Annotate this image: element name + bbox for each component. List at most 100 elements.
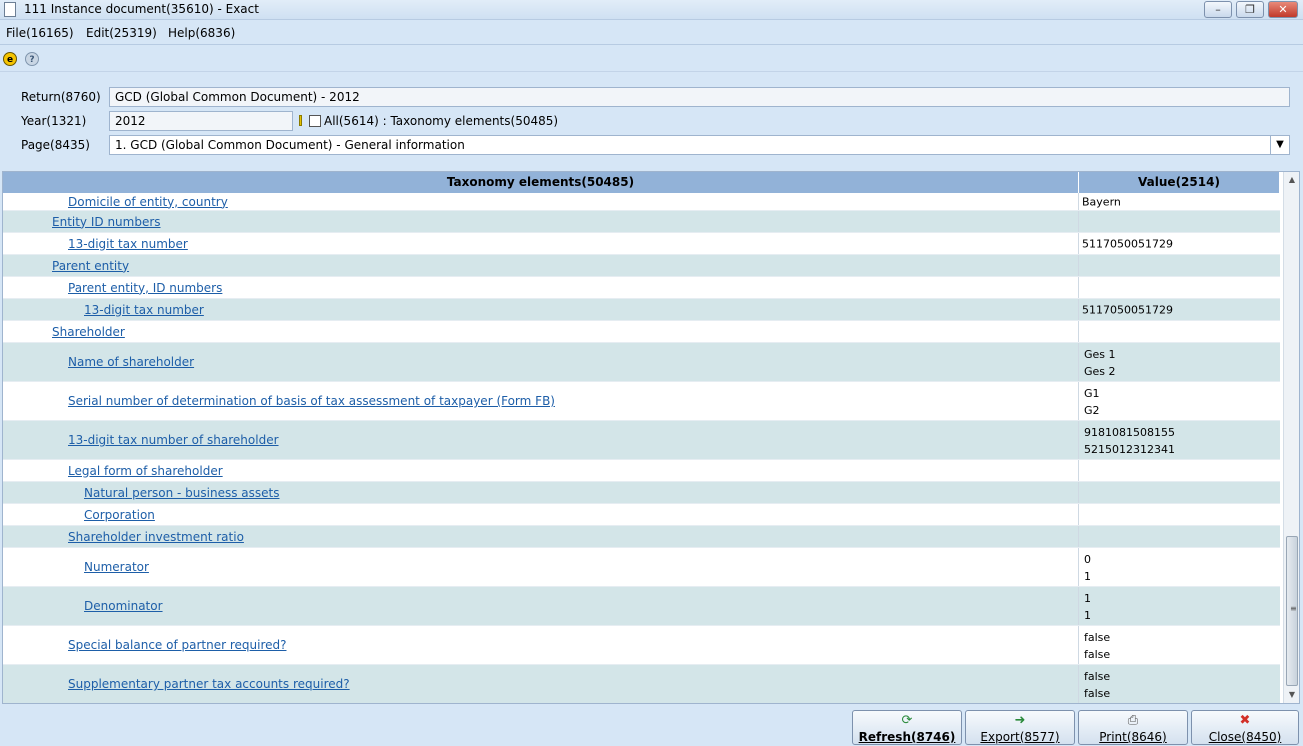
table-row[interactable]: Shareholder — [3, 321, 1280, 343]
value-cell[interactable]: Ges 1 Ges 2 — [1080, 343, 1280, 381]
table-row[interactable]: Corporation — [3, 504, 1280, 526]
year-field[interactable]: 2012 — [109, 111, 293, 131]
value-cell[interactable]: 5117050051729 — [1080, 299, 1280, 320]
column-header-elements[interactable]: Taxonomy elements(50485) — [3, 172, 1079, 193]
taxonomy-element-link[interactable]: Parent entity — [52, 259, 129, 273]
value-cell[interactable]: Bayern — [1080, 193, 1280, 210]
value-cell[interactable] — [1080, 526, 1280, 547]
value-cell[interactable]: 9181081508155 5215012312341 — [1080, 421, 1280, 459]
value-cell[interactable] — [1080, 255, 1280, 276]
menu-help[interactable]: Help(6836) — [168, 26, 235, 40]
value-cell[interactable] — [1080, 211, 1280, 232]
value-text: 1 — [1084, 592, 1091, 605]
table-row[interactable]: 13-digit tax number 5117050051729 — [3, 233, 1280, 255]
value-text: 5117050051729 — [1082, 237, 1173, 250]
table-row[interactable]: Domicile of entity, country Bayern — [3, 193, 1280, 211]
table-row[interactable]: Parent entity, ID numbers — [3, 277, 1280, 299]
table-row[interactable]: Special balance of partner required? fals… — [3, 626, 1280, 665]
return-field[interactable]: GCD (Global Common Document) - 2012 — [109, 87, 1290, 107]
value-text: G1 — [1084, 387, 1100, 400]
printer-icon: ⎙ — [1127, 713, 1139, 728]
grip-icon: ≡ — [1290, 604, 1297, 613]
value-cell[interactable]: 01 — [1080, 548, 1280, 586]
value-cell[interactable] — [1080, 460, 1280, 481]
value-cell[interactable] — [1080, 321, 1280, 342]
help-icon[interactable]: ? — [25, 52, 39, 66]
value-text: 1 — [1084, 609, 1091, 622]
value-cell[interactable] — [1080, 504, 1280, 525]
value-cell[interactable] — [1080, 482, 1280, 503]
value-text: false — [1084, 631, 1111, 644]
taxonomy-grid: Taxonomy elements(50485) Value(2514) Dom… — [2, 171, 1300, 704]
marker-icon — [299, 115, 302, 126]
taxonomy-element-link[interactable]: Domicile of entity, country — [68, 195, 228, 209]
value-list: false false — [1084, 629, 1110, 663]
refresh-button[interactable]: ⟳ Refresh(8746) — [852, 710, 962, 745]
taxonomy-element-link[interactable]: Parent entity, ID numbers — [68, 281, 222, 295]
title-bar: 111 Instance document(35610) - Exact – ❐… — [0, 0, 1303, 20]
exact-logo-icon[interactable]: e — [3, 52, 17, 66]
menu-file[interactable]: File(16165) — [6, 26, 74, 40]
value-cell[interactable]: 5117050051729 — [1080, 233, 1280, 254]
table-row[interactable]: Legal form of shareholder — [3, 460, 1280, 482]
return-label: Return(8760) — [21, 90, 101, 104]
page-select[interactable]: 1. GCD (Global Common Document) - Genera… — [109, 135, 1290, 155]
value-cell[interactable]: false false — [1080, 626, 1280, 664]
grid-body: Domicile of entity, country Bayern Entity … — [3, 193, 1280, 703]
value-text: false — [1084, 670, 1111, 683]
table-row[interactable]: Serial number of determination of basis … — [3, 382, 1280, 421]
close-icon: ✖ — [1239, 713, 1251, 728]
close-button[interactable]: ✖ Close(8450) — [1191, 710, 1299, 745]
taxonomy-element-link[interactable]: Serial number of determination of basis … — [68, 394, 555, 408]
window-title: 111 Instance document(35610) - Exact — [24, 2, 259, 16]
taxonomy-element-link[interactable]: Supplementary partner tax accounts requi… — [68, 677, 350, 691]
column-header-value[interactable]: Value(2514) — [1079, 172, 1280, 193]
menu-bar: File(16165) Edit(25319) Help(6836) — [0, 21, 1303, 45]
table-row[interactable]: Numerator 0 1 — [3, 548, 1280, 587]
table-row[interactable]: 13-digit tax number 5117050051729 — [3, 299, 1280, 321]
value-text: 9181081508155 — [1084, 426, 1175, 439]
print-button[interactable]: ⎙ Print(8646) — [1078, 710, 1188, 745]
taxonomy-element-link[interactable]: 13-digit tax number of shareholder — [68, 433, 279, 447]
value-cell[interactable] — [1080, 277, 1280, 298]
value-text: false — [1084, 687, 1111, 700]
scroll-thumb[interactable]: ≡ — [1286, 536, 1298, 686]
taxonomy-element-link[interactable]: 13-digit tax number — [84, 303, 204, 317]
table-row[interactable]: Denominator 1 1 — [3, 587, 1280, 626]
taxonomy-element-link[interactable]: Name of shareholder — [68, 355, 194, 369]
export-button[interactable]: ➜ Export(8577) — [965, 710, 1075, 745]
grid-header: Taxonomy elements(50485) Value(2514) — [3, 172, 1280, 193]
taxonomy-element-link[interactable]: 13-digit tax number — [68, 237, 188, 251]
all-checkbox[interactable] — [309, 115, 321, 127]
table-row[interactable]: Name of shareholder Ges 1 Ges 2 — [3, 343, 1280, 382]
table-row[interactable]: 13-digit tax number of shareholder 918108… — [3, 421, 1280, 460]
table-row[interactable]: Entity ID numbers — [3, 211, 1280, 233]
refresh-icon: ⟳ — [901, 713, 913, 728]
scroll-up-icon[interactable]: ▲ — [1284, 172, 1299, 188]
chevron-down-icon[interactable]: ▼ — [1270, 136, 1289, 154]
close-window-button[interactable]: ✕ — [1268, 1, 1298, 18]
menu-edit[interactable]: Edit(25319) — [86, 26, 157, 40]
value-cell[interactable]: 11 — [1080, 587, 1280, 625]
taxonomy-element-link[interactable]: Corporation — [84, 508, 155, 522]
year-label: Year(1321) — [21, 114, 87, 128]
taxonomy-element-link[interactable]: Entity ID numbers — [52, 215, 161, 229]
table-row[interactable]: Natural person - business assets — [3, 482, 1280, 504]
value-cell[interactable]: false false — [1080, 665, 1280, 703]
table-row[interactable]: Shareholder investment ratio — [3, 526, 1280, 548]
taxonomy-element-link[interactable]: Shareholder investment ratio — [68, 530, 244, 544]
taxonomy-element-link[interactable]: Special balance of partner required? — [68, 638, 286, 652]
scroll-down-icon[interactable]: ▼ — [1284, 687, 1299, 703]
maximize-button[interactable]: ❐ — [1236, 1, 1264, 18]
close-label: Close(8450) — [1208, 730, 1282, 744]
taxonomy-element-link[interactable]: Legal form of shareholder — [68, 464, 223, 478]
taxonomy-element-link[interactable]: Natural person - business assets — [84, 486, 279, 500]
table-row[interactable]: Supplementary partner tax accounts requi… — [3, 665, 1280, 703]
minimize-button[interactable]: – — [1204, 1, 1232, 18]
taxonomy-element-link[interactable]: Shareholder — [52, 325, 125, 339]
table-row[interactable]: Parent entity — [3, 255, 1280, 277]
taxonomy-element-link[interactable]: Denominator — [84, 599, 163, 613]
value-cell[interactable]: G1 G2 — [1080, 382, 1280, 420]
vertical-scrollbar[interactable]: ▲ ≡ ▼ — [1283, 172, 1299, 703]
taxonomy-element-link[interactable]: Numerator — [84, 560, 149, 574]
